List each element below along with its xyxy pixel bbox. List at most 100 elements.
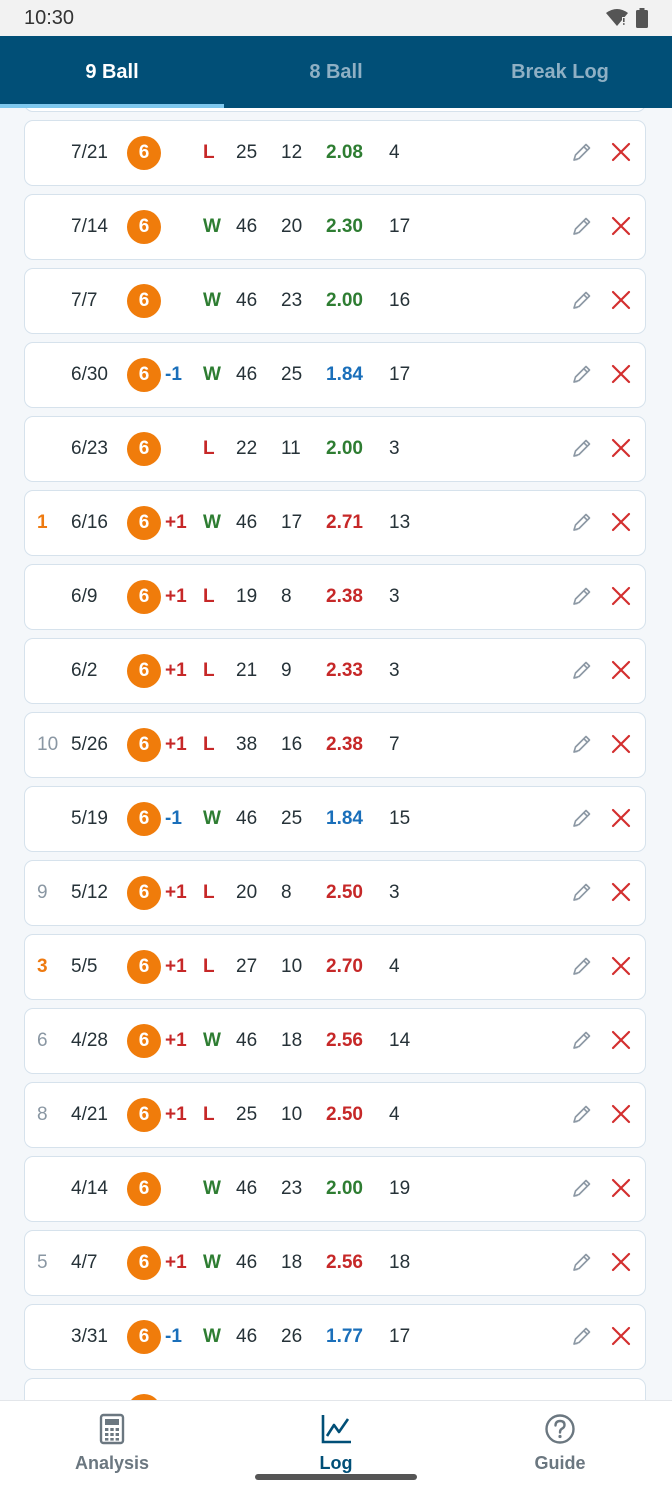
match-date: 3/31: [71, 1326, 108, 1347]
close-icon[interactable]: [610, 659, 632, 681]
match-points: 46: [236, 808, 258, 829]
table-row[interactable]: 7/7 6 W 46 23 2.00 16: [24, 268, 646, 334]
points-per-inning: 2.00: [326, 290, 363, 311]
table-row[interactable]: 7/21 6 L 25 12 2.08 4: [24, 120, 646, 186]
edit-icon[interactable]: [571, 1103, 593, 1125]
close-icon[interactable]: [610, 733, 632, 755]
close-icon[interactable]: [610, 955, 632, 977]
skill-level-badge: 6: [127, 432, 161, 466]
edit-icon[interactable]: [571, 289, 593, 311]
close-icon[interactable]: [610, 289, 632, 311]
match-date: 4/7: [71, 1252, 98, 1273]
tab-9-ball[interactable]: 9 Ball: [0, 36, 224, 108]
match-date: 7/7: [71, 290, 98, 311]
close-icon[interactable]: [610, 215, 632, 237]
close-icon[interactable]: [610, 1251, 632, 1273]
match-defense: 17: [389, 216, 411, 237]
edit-icon[interactable]: [571, 585, 593, 607]
battery-icon: [636, 8, 648, 28]
close-icon[interactable]: [610, 511, 632, 533]
skill-level-badge: 6: [127, 876, 161, 910]
match-innings: 25: [281, 808, 303, 829]
match-defense: 17: [389, 1326, 411, 1347]
match-defense: 4: [389, 956, 400, 977]
edit-icon[interactable]: [571, 955, 593, 977]
table-row[interactable]: 7/14 6 W 46 20 2.30 17: [24, 194, 646, 260]
nav-log[interactable]: Log: [224, 1401, 448, 1497]
close-icon[interactable]: [610, 585, 632, 607]
close-icon[interactable]: [610, 1325, 632, 1347]
nav-guide[interactable]: Guide: [448, 1401, 672, 1497]
edit-icon[interactable]: [571, 363, 593, 385]
match-innings: 9: [281, 660, 292, 681]
table-row[interactable]: 5/19 6 -1 W 46 25 1.84 15: [24, 786, 646, 852]
edit-icon[interactable]: [571, 807, 593, 829]
points-per-inning: 2.30: [326, 216, 363, 237]
match-rank: 8: [37, 1104, 48, 1125]
edit-icon[interactable]: [571, 1177, 593, 1199]
match-points: 20: [236, 882, 258, 903]
partial-row-top: [24, 108, 646, 112]
close-icon[interactable]: [610, 141, 632, 163]
match-defense: 4: [389, 1104, 400, 1125]
edit-icon[interactable]: [571, 1325, 593, 1347]
table-row[interactable]: 9 5/12 6 +1 L 20 8 2.50 3: [24, 860, 646, 926]
match-result: L: [203, 438, 215, 459]
match-innings: 11: [281, 438, 301, 459]
match-result: L: [203, 586, 215, 607]
edit-icon[interactable]: [571, 881, 593, 903]
table-row[interactable]: 1 6/16 6 +1 W 46 17 2.71 13: [24, 490, 646, 556]
table-row[interactable]: 3/31 6 -1 W 46 26 1.77 17: [24, 1304, 646, 1370]
edit-icon[interactable]: [571, 659, 593, 681]
edit-icon[interactable]: [571, 215, 593, 237]
edit-icon[interactable]: [571, 437, 593, 459]
edit-icon[interactable]: [571, 511, 593, 533]
edit-icon[interactable]: [571, 733, 593, 755]
close-icon[interactable]: [610, 1029, 632, 1051]
match-innings: 18: [281, 1030, 303, 1051]
nav-analysis[interactable]: Analysis: [0, 1401, 224, 1497]
table-row[interactable]: 6/2 6 +1 L 21 9 2.33 3: [24, 638, 646, 704]
nav-analysis-label: Analysis: [74, 1453, 150, 1473]
table-row[interactable]: 8 4/21 6 +1 L 25 10 2.50 4: [24, 1082, 646, 1148]
table-row[interactable]: 6/9 6 +1 L 19 8 2.38 3: [24, 564, 646, 630]
match-date: 6/30: [71, 364, 108, 385]
tab-8-ball[interactable]: 8 Ball: [224, 36, 448, 108]
table-row-partial[interactable]: 6: [24, 1378, 646, 1400]
match-result: W: [203, 290, 221, 311]
close-icon[interactable]: [610, 807, 632, 829]
table-row[interactable]: 10 5/26 6 +1 L 38 16 2.38 7: [24, 712, 646, 778]
skill-level-badge: 6: [127, 802, 161, 836]
table-row[interactable]: 4/14 6 W 46 23 2.00 19: [24, 1156, 646, 1222]
match-result: W: [203, 1326, 221, 1347]
edit-icon[interactable]: [571, 1251, 593, 1273]
bottom-nav: Analysis Log Guide: [0, 1400, 672, 1497]
match-points: 46: [236, 1326, 258, 1347]
status-icons: [606, 8, 648, 28]
close-icon[interactable]: [610, 437, 632, 459]
match-innings: 17: [281, 512, 303, 533]
close-icon[interactable]: [610, 1177, 632, 1199]
table-row[interactable]: 6 4/28 6 +1 W 46 18 2.56 14: [24, 1008, 646, 1074]
match-result: L: [203, 1104, 215, 1125]
close-icon[interactable]: [610, 1103, 632, 1125]
match-log-list[interactable]: 7/21 6 L 25 12 2.08 4 7/14 6 W 46 20 2.30 17 7/7 6 W 46 23…: [0, 108, 672, 1400]
close-icon[interactable]: [610, 881, 632, 903]
table-row[interactable]: 3 5/5 6 +1 L 27 10 2.70 4: [24, 934, 646, 1000]
skill-adjustment: +1: [165, 1252, 187, 1273]
close-icon[interactable]: [610, 363, 632, 385]
match-result: W: [203, 808, 221, 829]
nav-log-label: Log: [319, 1453, 353, 1473]
edit-icon[interactable]: [571, 1029, 593, 1051]
table-row[interactable]: 6/30 6 -1 W 46 25 1.84 17: [24, 342, 646, 408]
table-row[interactable]: 5 4/7 6 +1 W 46 18 2.56 18: [24, 1230, 646, 1296]
match-points: 46: [236, 364, 258, 385]
skill-level-badge: 6: [127, 654, 161, 688]
edit-icon[interactable]: [571, 141, 593, 163]
skill-adjustment: -1: [165, 364, 182, 385]
table-row[interactable]: 6/23 6 L 22 11 2.00 3: [24, 416, 646, 482]
match-date: 4/21: [71, 1104, 108, 1125]
match-defense: 16: [389, 290, 411, 311]
match-defense: 18: [389, 1252, 411, 1273]
tab-break-log[interactable]: Break Log: [448, 36, 672, 108]
